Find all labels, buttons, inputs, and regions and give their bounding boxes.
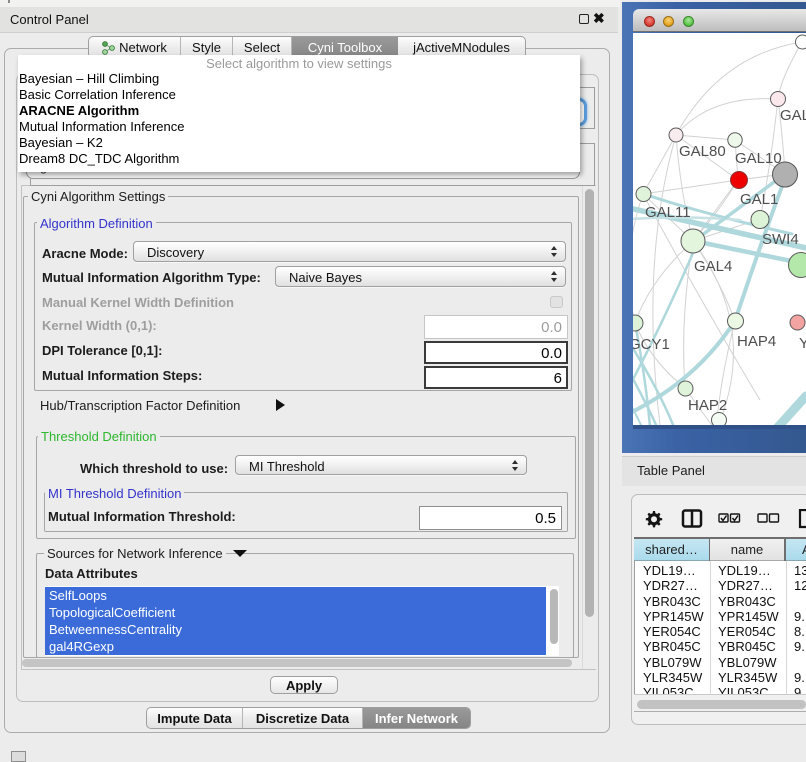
svg-text:GAL1: GAL1 [740,191,778,208]
svg-text:GAL4: GAL4 [694,258,732,275]
svg-text:GCY1: GCY1 [633,336,670,353]
svg-text:HAP2: HAP2 [688,397,727,414]
svg-text:SWI4: SWI4 [762,231,799,248]
svg-text:Y: Y [799,335,806,352]
svg-text:HAP4: HAP4 [737,333,776,350]
svg-text:GAL11: GAL11 [645,204,691,221]
svg-text:GAL: GAL [780,107,806,124]
svg-text:GAL10: GAL10 [735,150,782,167]
svg-text:GAL80: GAL80 [679,143,726,160]
